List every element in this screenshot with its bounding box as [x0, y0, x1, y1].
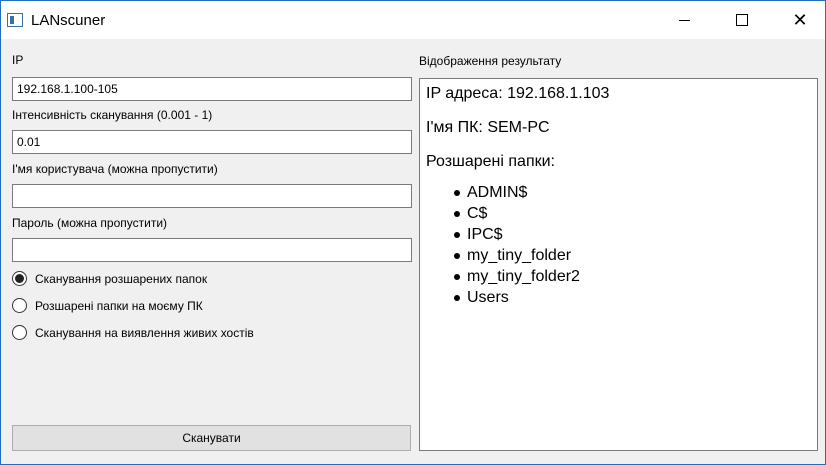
shares-list: ADMIN$ C$ IPC$ my_tiny_folder my_tiny_fo… [454, 182, 811, 308]
radio-button[interactable] [12, 298, 27, 313]
close-button[interactable]: ✕ [777, 1, 823, 39]
ip-input[interactable] [12, 77, 412, 101]
radio-label: Сканування розшарених папок [35, 271, 208, 286]
title-bar[interactable]: LANscuner ✕ [1, 1, 825, 39]
radio-label: Сканування на виявлення живих хостів [35, 325, 254, 340]
radio-live-hosts[interactable]: Сканування на виявлення живих хостів [12, 325, 254, 340]
bullet-icon [454, 189, 460, 196]
password-input[interactable] [12, 238, 412, 262]
scan-button[interactable]: Сканувати [12, 425, 411, 451]
close-icon: ✕ [792, 10, 808, 30]
minimize-icon [678, 19, 690, 21]
ip-label: IP [12, 53, 24, 67]
app-window: LANscuner ✕ IP Інтенсивність сканування … [0, 0, 826, 465]
password-label: Пароль (можна пропустити) [12, 216, 168, 230]
radio-scan-shared-folders[interactable]: Сканування розшарених папок [12, 271, 207, 286]
bullet-icon [454, 231, 460, 238]
app-window-icon [7, 13, 23, 27]
result-display[interactable]: IP адреса: 192.168.1.103 І'мя ПК: SEM-PC… [419, 78, 818, 451]
result-shares-heading: Розшарені папки: [426, 153, 555, 170]
result-ip-line: IP адреса: 192.168.1.103 [426, 85, 610, 102]
bullet-icon [454, 273, 460, 280]
radio-label: Розшарені папки на моєму ПК [35, 298, 203, 313]
window-title: LANscuner [31, 12, 106, 29]
list-item: IPC$ [454, 224, 811, 245]
result-pc-line: І'мя ПК: SEM-PC [426, 119, 550, 136]
list-item: ADMIN$ [454, 182, 811, 203]
radio-button-selected[interactable] [12, 271, 27, 286]
list-item: Users [454, 287, 811, 308]
list-item: C$ [454, 203, 811, 224]
list-item: my_tiny_folder2 [454, 266, 811, 287]
username-label: І'мя користувача (можна пропустити) [12, 162, 218, 176]
maximize-button[interactable] [719, 1, 765, 39]
username-input[interactable] [12, 184, 412, 208]
maximize-icon [736, 14, 748, 26]
minimize-button[interactable] [661, 1, 707, 39]
bullet-icon [454, 252, 460, 259]
radio-button[interactable] [12, 325, 27, 340]
radio-my-shared-folders[interactable]: Розшарені папки на моєму ПК [12, 298, 203, 313]
intensity-label: Інтенсивність сканування (0.001 - 1) [12, 108, 213, 122]
result-label: Відображення результату [419, 54, 562, 68]
bullet-icon [454, 210, 460, 217]
list-item: my_tiny_folder [454, 245, 811, 266]
bullet-icon [454, 294, 460, 301]
intensity-input[interactable] [12, 130, 412, 154]
